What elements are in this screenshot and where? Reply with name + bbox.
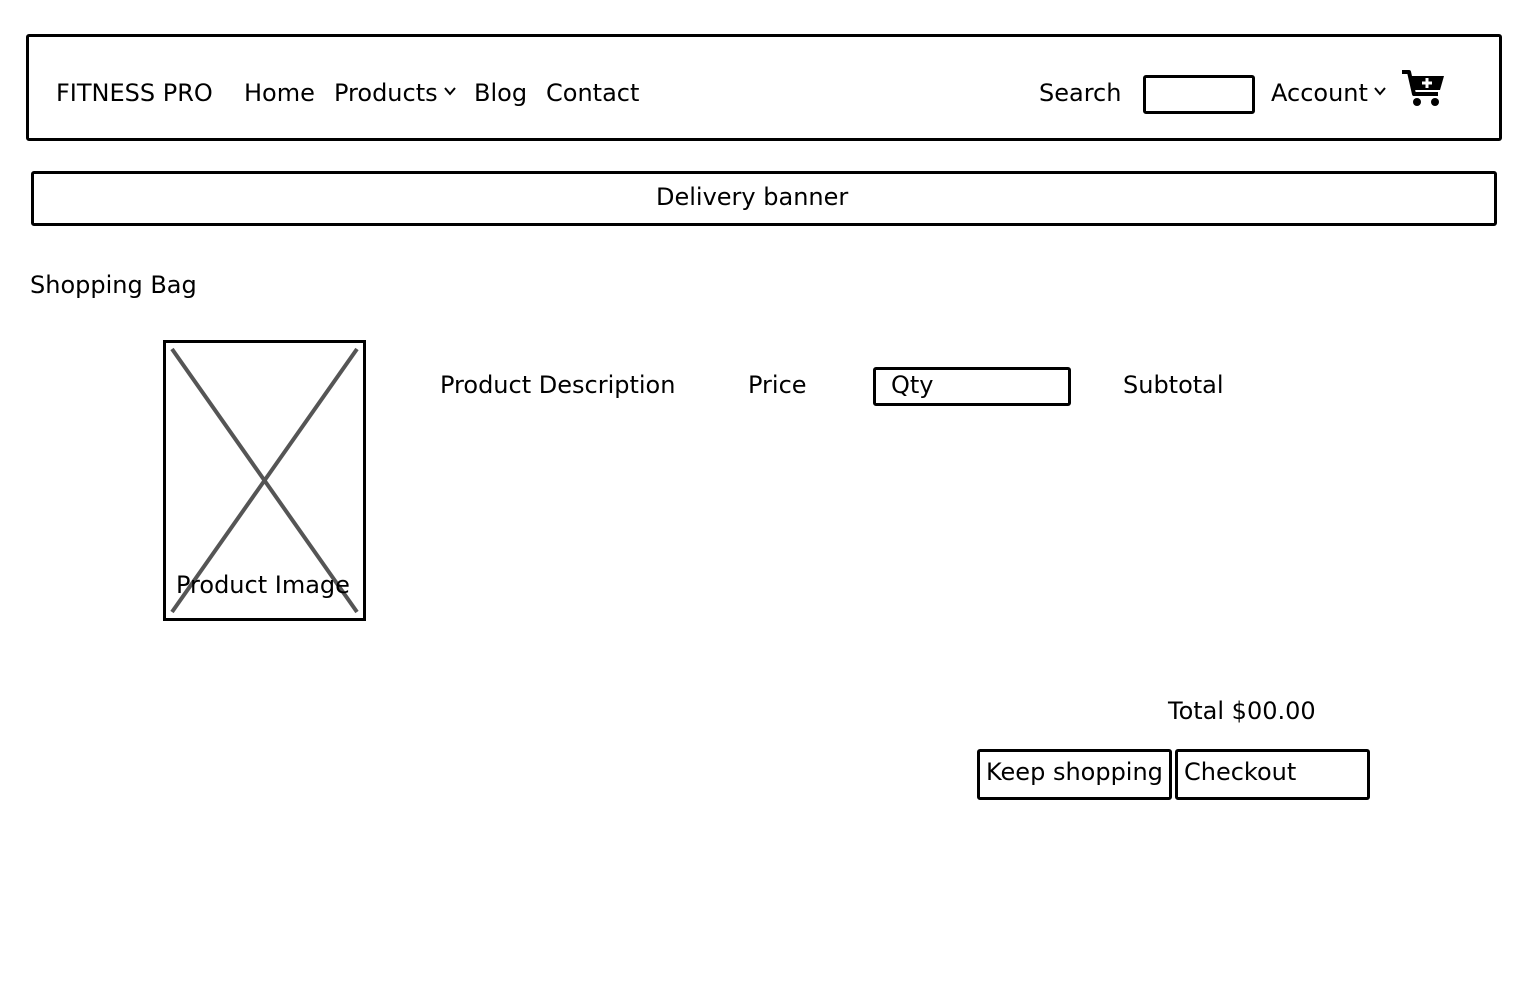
checkout-button[interactable]: Checkout [1175, 749, 1370, 800]
delivery-banner-text: Delivery banner [656, 183, 849, 211]
column-product-description: Product Description [440, 371, 676, 399]
nav-products-label: Products [334, 79, 438, 107]
column-subtotal: Subtotal [1123, 371, 1224, 399]
nav-products-dropdown[interactable]: Products [334, 79, 456, 107]
cart-add-icon[interactable] [1400, 68, 1448, 110]
nav-contact-link[interactable]: Contact [546, 79, 639, 107]
qty-label: Qty [891, 371, 934, 399]
product-image-label: Product Image [176, 571, 350, 599]
nav-home-link[interactable]: Home [244, 79, 315, 107]
order-total: Total $00.00 [1168, 697, 1316, 725]
keep-shopping-button[interactable]: Keep shopping [977, 749, 1172, 800]
search-label: Search [1039, 79, 1122, 107]
search-input[interactable] [1143, 75, 1255, 114]
chevron-down-icon [443, 87, 456, 96]
chevron-down-icon [1374, 87, 1386, 96]
account-dropdown[interactable]: Account [1271, 79, 1386, 107]
column-price: Price [748, 371, 807, 399]
account-label: Account [1271, 79, 1368, 107]
nav-blog-link[interactable]: Blog [474, 79, 527, 107]
brand-logo[interactable]: FITNESS PRO [56, 79, 213, 107]
page-title: Shopping Bag [30, 271, 197, 299]
